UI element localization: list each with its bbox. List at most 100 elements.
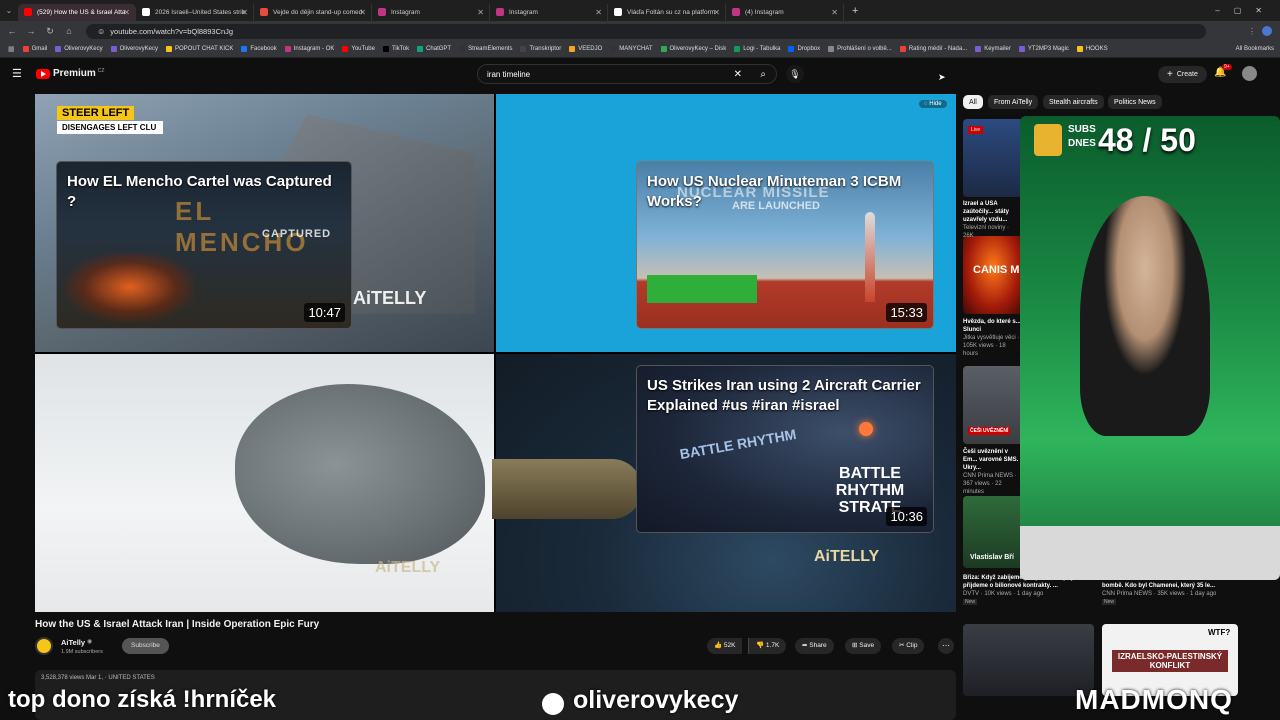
clear-search-icon[interactable]: ✕ [734,69,742,80]
video-player[interactable]: STEER LEFT DISENGAGES LEFT CLU AiTELLY ◌… [35,94,956,612]
reload-icon[interactable]: ↻ [43,26,57,37]
bookmark-item[interactable]: OliverovyKecy [110,46,158,52]
filter-chip[interactable]: Politics News [1108,95,1162,109]
filter-chip[interactable]: All [963,95,983,109]
bookmark-favicon-icon [459,46,466,52]
bookmark-label: Gmail [31,46,48,52]
browser-tab[interactable]: (529) How the US & Israel Atta ✕ [18,3,136,21]
bookmark-item[interactable]: Facebook [241,46,277,52]
bookmark-item[interactable]: MANYCHAT [610,46,653,52]
bookmark-label: YouTube [351,46,375,52]
browser-tab[interactable]: Vejde do dějin stand-up comed ✕ [254,3,372,21]
bookmark-item[interactable]: POPOUT CHAT KICK [165,46,234,52]
bookmark-item[interactable]: Dropbox [788,46,820,52]
account-avatar[interactable] [1242,66,1257,81]
cursor-icon: ➤ [938,72,946,82]
tab-close-icon[interactable]: ✕ [595,8,602,17]
rec-meta: Jitka vysvětluje věci · 105K views · 18 … [963,335,1020,358]
apps-icon[interactable]: ▦ [8,45,15,53]
bookmark-label: Facebook [250,46,277,52]
endscreen-card-mencho[interactable]: EL MENCHO CAPTURED How EL Mencho Cartel … [56,161,352,329]
bookmark-item[interactable]: ChatGPT [417,46,451,52]
channel-avatar[interactable] [35,637,53,655]
recommendation-item[interactable]: Češi uvěznění v Em... varovné SMS. Ukry.… [963,448,1021,497]
bookmark-favicon-icon [1018,46,1025,52]
site-info-icon[interactable]: ⊜ [98,27,104,36]
bookmark-item[interactable]: HOOKS [1076,46,1108,52]
bookmark-item[interactable]: Keymailer [975,46,1011,52]
bookmark-item[interactable]: Logi - Tabulka [734,46,780,52]
tab-close-icon[interactable]: ✕ [831,8,838,17]
more-actions-icon[interactable]: ⋯ [938,638,954,654]
youtube-logo[interactable]: Premium CZ [36,68,104,79]
browser-tab[interactable]: 2026 Israeli–United States strik ✕ [136,3,254,21]
filter-chip[interactable]: Stealth aircrafts [1043,95,1104,109]
tab-close-icon[interactable]: ✕ [713,8,720,17]
bookmark-item[interactable]: OliverovyKecy [55,46,103,52]
bookmark-item[interactable]: Rating médií - Nada... [899,46,967,52]
profile-avatar[interactable] [1262,26,1272,36]
hide-endscreen-button[interactable]: ◌ Hide [919,100,947,108]
tab-close-icon[interactable]: ✕ [477,8,484,17]
thumbs-up-icon: 👍 [714,642,724,649]
channel-name[interactable]: AiTelly [61,638,85,647]
subscribe-button[interactable]: Subscribe [122,638,169,654]
fire-glow [65,252,195,322]
window-controls[interactable]: –▢✕ [1215,6,1280,15]
dislike-button[interactable]: 👎 1.7K [748,638,787,654]
bookmark-item[interactable]: OliverovyKecy – Disk [660,46,726,52]
bookmark-item[interactable]: StreamElements [459,46,512,52]
bookmark-item[interactable]: Instagram - OK [284,46,334,52]
bookmark-label: Logi - Tabulka [743,46,781,52]
url-field[interactable]: ⊜ youtube.com/watch?v=bQl8893CnJg [86,23,1206,39]
save-button[interactable]: ⊞ Save [845,638,882,654]
create-button[interactable]: + Create [1158,66,1207,83]
bookmark-label: POPOUT CHAT KICK [174,46,234,52]
bookmark-item[interactable]: TikTok [382,46,409,52]
bookmark-favicon-icon [110,46,117,52]
browser-tab[interactable]: (4) Instagram ✕ [726,3,844,21]
share-button[interactable]: ➦ Share [795,638,834,654]
card-title: How EL Mencho Cartel was Captured ? [67,173,332,210]
bookmark-item[interactable]: Transkriptor [520,46,561,52]
voice-search-icon[interactable]: 🎙 [786,65,804,83]
bookmark-favicon-icon [55,46,62,52]
browser-tab[interactable]: Vláďa Foltán su cz na platform ✕ [608,3,726,21]
tab-close-icon[interactable]: ✕ [241,8,248,17]
tab-search-icon[interactable]: ⌄ [0,6,18,15]
recommendation-item[interactable]: Hvězda, do které s... Slunci Jitka vysvět… [963,318,1021,358]
all-bookmarks-link[interactable]: All Bookmarks [1236,46,1274,52]
endscreen-card-minuteman[interactable]: NUCLEAR MISSILE ARE LAUNCHED How US Nucl… [636,161,934,329]
browser-tab[interactable]: Instagram ✕ [490,3,608,21]
extensions-icon[interactable]: ⋮ [1248,27,1256,36]
endscreen-card-carrier[interactable]: BATTLE RHYTHM BATTLE RHYTHM STRATE US St… [636,365,934,533]
bookmark-item[interactable]: YT2MP3 Magic [1018,46,1069,52]
bookmark-favicon-icon [417,46,424,52]
tab-close-icon[interactable]: ✕ [123,8,130,17]
rec-meta: CNN Prima NEWS · 367 views · 22 minutes [963,473,1017,496]
new-tab-button[interactable]: + [852,5,858,17]
like-button[interactable]: 👍 52K [707,638,743,654]
menu-icon[interactable]: ☰ [12,67,22,80]
forward-icon[interactable]: → [24,26,38,36]
home-icon[interactable]: ⌂ [62,26,76,36]
bookmark-item[interactable]: Prohlášení o volbě... [828,46,892,52]
notification-badge: 9+ [1222,64,1232,70]
bookmark-item[interactable]: VEEDJO [569,46,602,52]
bookmark-favicon-icon [22,46,29,52]
clip-button[interactable]: ✂ Clip [892,638,925,654]
bookmark-item[interactable]: YouTube [342,46,375,52]
bookmark-item[interactable]: Gmail [22,46,48,52]
search-icon[interactable]: ⌕ [760,69,766,80]
back-icon[interactable]: ← [5,26,19,36]
search-input[interactable]: iran timeline ✕ ⌕ [477,64,777,84]
recommendation-item[interactable]: Izrael a USA zaútočily... státy uzavřely… [963,200,1021,240]
filter-chip[interactable]: From AiTelly [988,95,1039,109]
bookmark-favicon-icon [899,46,906,52]
tab-close-icon[interactable]: ✕ [359,8,366,17]
bookmark-favicon-icon [382,46,389,52]
browser-tab[interactable]: Instagram ✕ [372,3,490,21]
disengages-label: DISENGAGES LEFT CLU [57,121,163,134]
donation-text: top dono získá !hrníček [8,686,277,713]
rec-meta: Televizní noviny · 26K [963,225,1010,240]
